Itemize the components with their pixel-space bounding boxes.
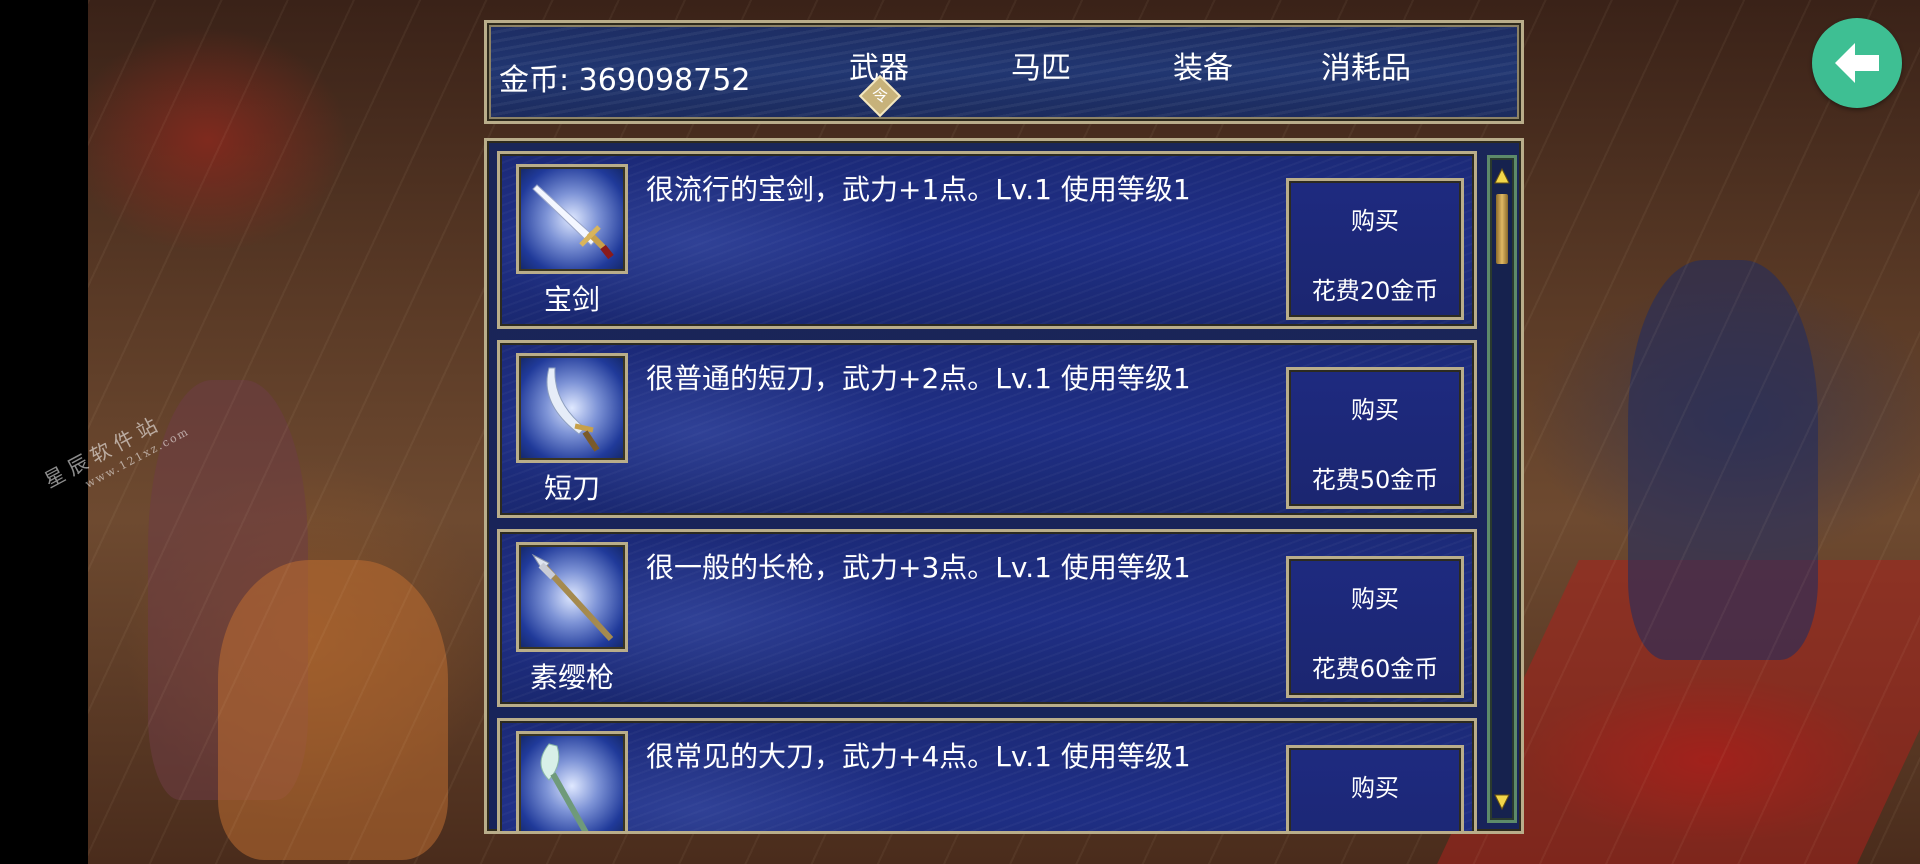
item-name: 宝剑	[543, 283, 600, 316]
background-figure	[1628, 260, 1818, 660]
buy-label: 购买	[1351, 774, 1399, 802]
background-figure	[218, 560, 448, 860]
buy-cost: 花费60金币	[1311, 655, 1439, 683]
scroll-thumb[interactable]	[1496, 194, 1508, 264]
item-description: 很普通的短刀，武力+2点。Lv.1 使用等级1	[646, 362, 1191, 395]
buy-button[interactable]: 购买 花费60金币	[1286, 556, 1464, 698]
buy-cost: 花费50金币	[1311, 466, 1439, 494]
item-name: 短刀	[543, 472, 600, 505]
scrollbar[interactable]	[1487, 155, 1517, 823]
arrow-left-icon	[1835, 43, 1879, 83]
buy-button[interactable]: 购买	[1286, 745, 1464, 831]
list-item: 短刀 很普通的短刀，武力+2点。Lv.1 使用等级1 购买 花费50金币	[497, 340, 1477, 518]
buy-label: 购买	[1351, 585, 1399, 613]
scroll-up-arrow-icon[interactable]	[1494, 168, 1510, 186]
buy-cost: 花费20金币	[1311, 277, 1439, 305]
item-name: 素缨枪	[529, 661, 614, 694]
item-list: 宝剑 很流行的宝剑，武力+1点。Lv.1 使用等级1 购买 花费20金币 短刀 …	[484, 138, 1524, 834]
back-button[interactable]	[1812, 18, 1902, 108]
tab-equipment[interactable]: 装备	[1173, 43, 1233, 87]
saber-icon	[516, 353, 628, 463]
list-item: 素缨枪 很一般的长枪，武力+3点。Lv.1 使用等级1 购买 花费60金币	[497, 529, 1477, 707]
shop-header: 金币: 369098752 武器 马匹 装备 消耗品 令	[484, 20, 1524, 124]
buy-button[interactable]: 购买 花费20金币	[1286, 178, 1464, 320]
tab-horses[interactable]: 马匹	[1011, 43, 1071, 87]
item-description: 很常见的大刀，武力+4点。Lv.1 使用等级1	[646, 740, 1191, 773]
buy-label: 购买	[1351, 396, 1399, 424]
item-description: 很一般的长枪，武力+3点。Lv.1 使用等级1	[646, 551, 1191, 584]
tab-indicator-glyph: 令	[871, 86, 888, 105]
tab-consumables[interactable]: 消耗品	[1321, 43, 1411, 87]
buy-button[interactable]: 购买 花费50金币	[1286, 367, 1464, 509]
sword-icon	[516, 164, 628, 274]
item-description: 很流行的宝剑，武力+1点。Lv.1 使用等级1	[646, 173, 1191, 206]
list-item: 宝剑 很流行的宝剑，武力+1点。Lv.1 使用等级1 购买 花费20金币	[497, 151, 1477, 329]
buy-label: 购买	[1351, 207, 1399, 235]
list-item: 很常见的大刀，武力+4点。Lv.1 使用等级1 购买	[497, 718, 1477, 831]
left-letterbox	[0, 0, 88, 864]
spear-icon	[516, 542, 628, 652]
gold-amount: 金币: 369098752	[499, 63, 751, 98]
scroll-down-arrow-icon[interactable]	[1494, 792, 1510, 810]
glaive-icon	[516, 731, 628, 831]
